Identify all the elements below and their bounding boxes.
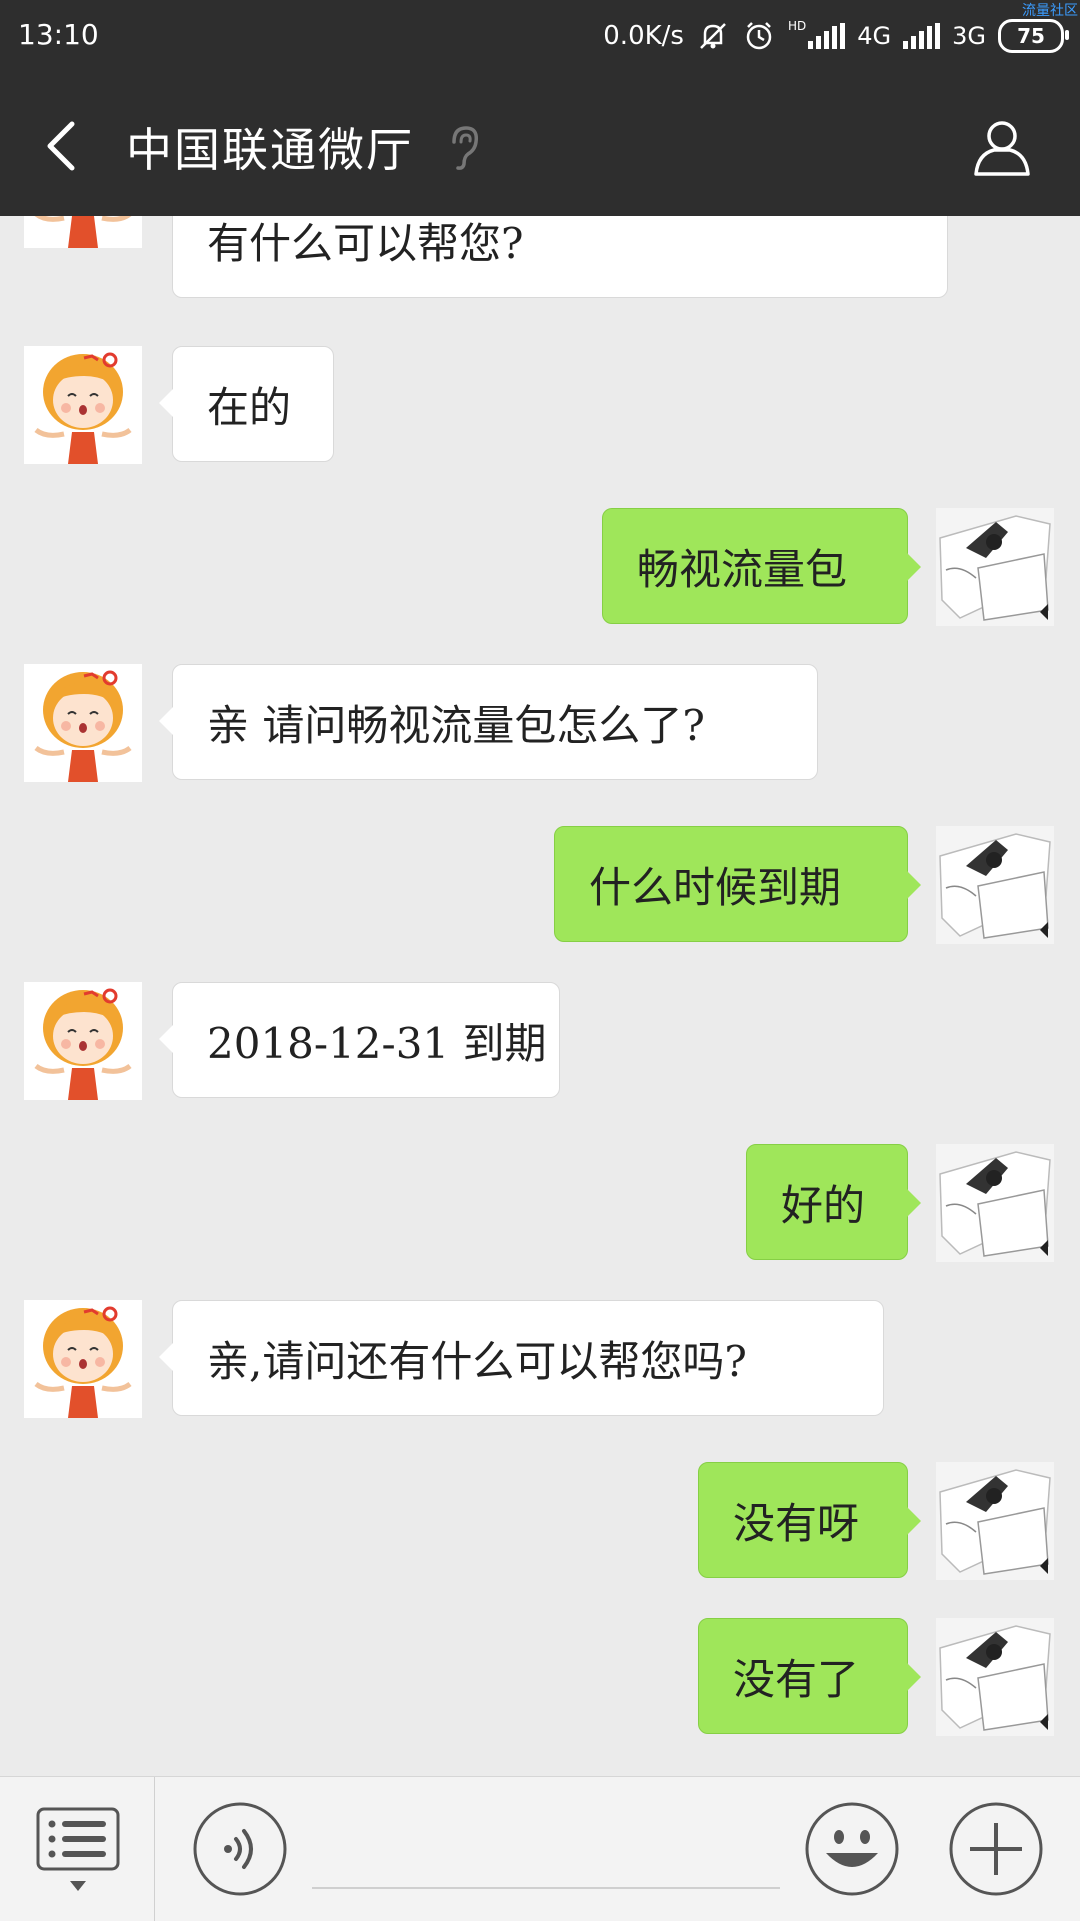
ear-icon [452, 126, 479, 170]
user-avatar[interactable] [936, 1144, 1054, 1262]
list-menu-icon[interactable] [36, 1807, 120, 1897]
status-icons: 0.0K/s HD 4G 3G 75 [603, 14, 1069, 58]
agent-avatar[interactable] [24, 664, 142, 782]
agent-avatar[interactable] [24, 982, 142, 1100]
input-bar [0, 1776, 1080, 1921]
network-type-1: 4G [857, 22, 892, 50]
person-icon[interactable] [970, 116, 1034, 180]
title-bar: 中国联通微厅 [0, 72, 1080, 216]
message-bubble-agent[interactable]: 2018-12-31 到期 [159, 982, 560, 1098]
message-bubble-user[interactable]: 畅视流量包 [602, 508, 921, 624]
status-bar: 13:10 流量社区 0.0K/s HD 4G 3G 75 [0, 0, 1080, 72]
message-bubble-user[interactable]: 没有了 [698, 1618, 921, 1734]
message-bubble-agent[interactable]: 有什么可以帮您? [172, 216, 948, 298]
status-time: 13:10 [18, 18, 99, 51]
message-bubble-agent[interactable]: 在的 [159, 346, 334, 462]
message-bubble-agent[interactable]: 亲 请问畅视流量包怎么了? [159, 664, 818, 780]
message-input[interactable] [312, 1817, 780, 1889]
divider [154, 1777, 155, 1921]
net-speed: 0.0K/s [603, 21, 684, 51]
battery-icon: 75 [998, 19, 1069, 53]
message-bubble-user[interactable]: 没有呀 [698, 1462, 921, 1578]
smiley-icon[interactable] [804, 1801, 900, 1897]
plus-icon[interactable] [948, 1801, 1044, 1897]
alarm-icon [746, 22, 772, 50]
message-bubble-user[interactable]: 什么时候到期 [554, 826, 921, 942]
mute-bell-icon [700, 23, 726, 49]
chat-area[interactable]: 有什么可以帮您? 在的 畅视流量包 亲 请问畅视流量包怎么了? 什么时候到期 2… [0, 216, 1080, 1776]
page-title: 中国联通微厅 [126, 123, 414, 177]
chevron-left-icon[interactable] [38, 116, 88, 176]
agent-avatar[interactable] [24, 1300, 142, 1418]
message-bubble-agent[interactable]: 亲,请问还有什么可以帮您吗? [159, 1300, 884, 1416]
signal-bars-icon-2 [903, 23, 941, 49]
hd-label: HD [787, 19, 807, 33]
agent-avatar[interactable] [24, 346, 142, 464]
user-avatar[interactable] [936, 1618, 1054, 1736]
agent-avatar[interactable] [24, 216, 142, 248]
message-bubble-user[interactable]: 好的 [746, 1144, 921, 1260]
user-avatar[interactable] [936, 508, 1054, 626]
voice-icon[interactable] [192, 1801, 288, 1897]
signal-bars-icon [808, 23, 846, 49]
network-type-2: 3G [952, 22, 986, 50]
user-avatar[interactable] [936, 1462, 1054, 1580]
user-avatar[interactable] [936, 826, 1054, 944]
